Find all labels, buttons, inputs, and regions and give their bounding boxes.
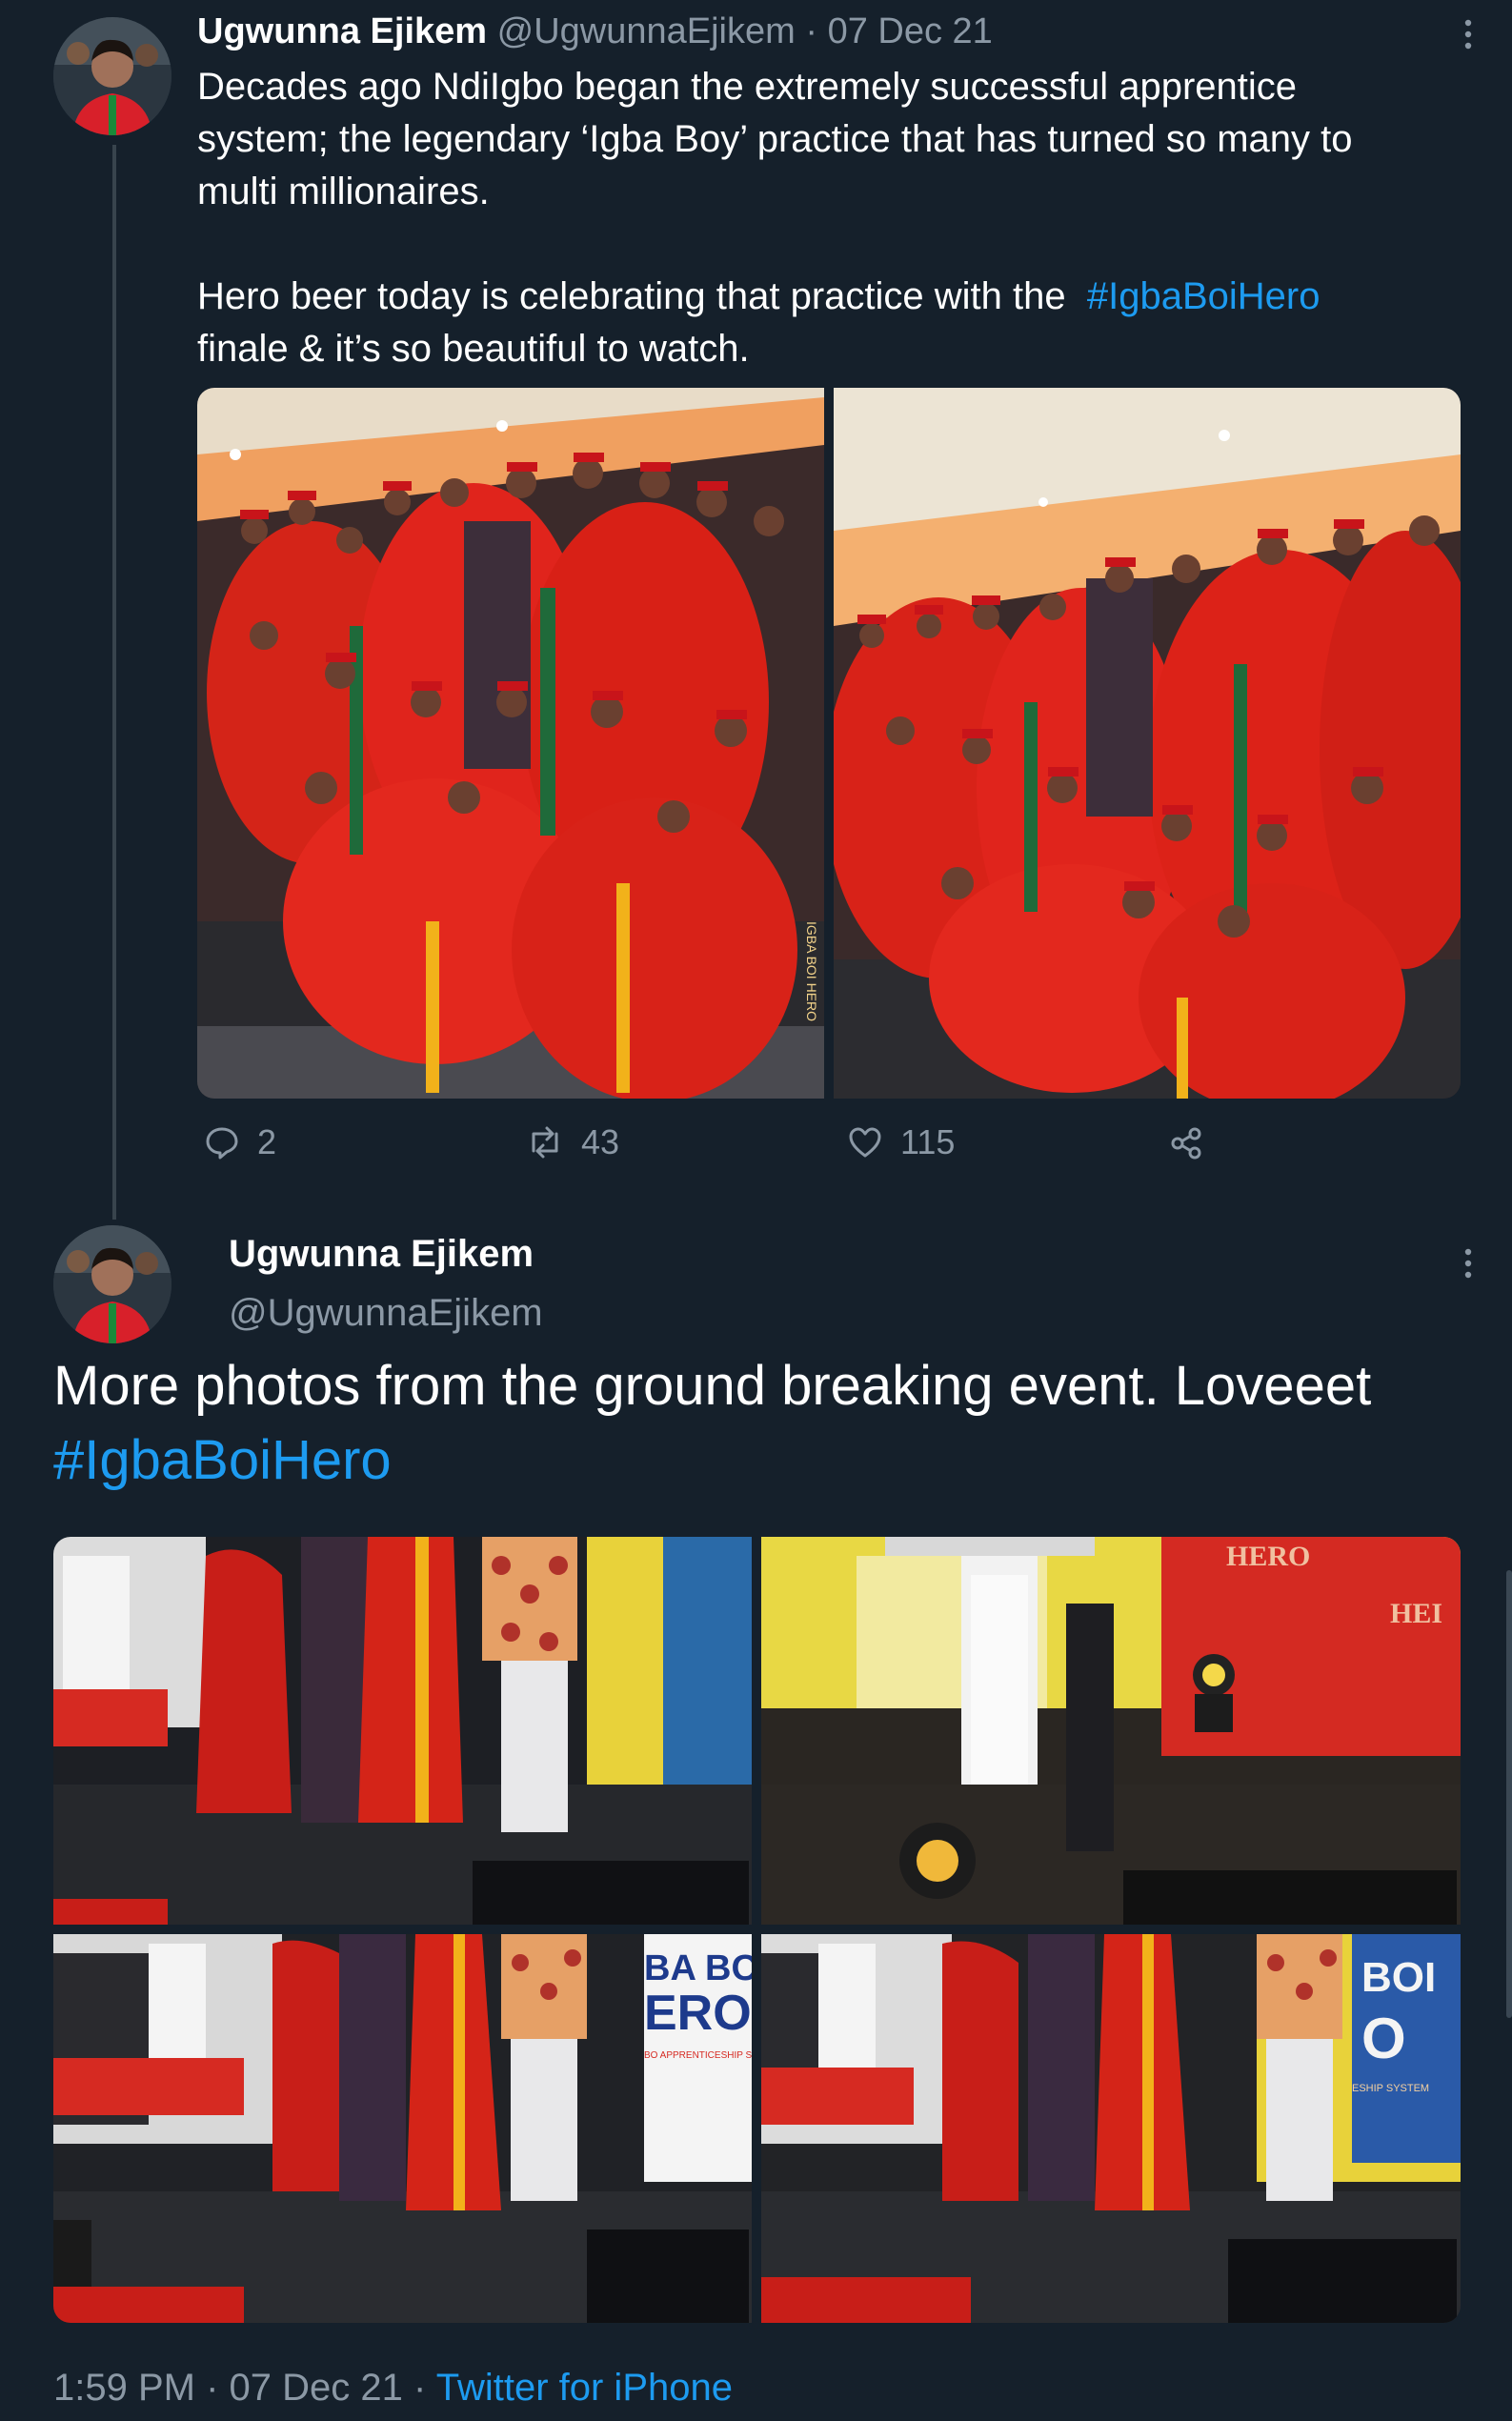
avatar[interactable]: [53, 17, 171, 135]
tweet-text-line: Hero beer today is celebrating that prac…: [197, 271, 1474, 323]
tweet-text-line: finale & it’s so beautiful to watch.: [197, 328, 750, 370]
reply-button[interactable]: 2: [204, 1122, 276, 1162]
more-icon[interactable]: [1462, 17, 1474, 58]
share-icon: [1169, 1126, 1203, 1160]
tweet-date[interactable]: 07 Dec 21: [230, 2367, 403, 2409]
source-link[interactable]: Twitter for iPhone: [436, 2367, 733, 2409]
photo-caption: BO APPRENTICESHIP SYSTEM: [644, 2050, 752, 2061]
photo-caption: BOI: [1361, 1954, 1436, 2001]
hashtag-link[interactable]: #IgbaBoiHero: [53, 1423, 1482, 1498]
separator: ·: [805, 11, 817, 51]
share-button[interactable]: [1169, 1126, 1203, 1160]
tweet-meta: 1:59 PM · 07 Dec 21 · Twitter for iPhone: [53, 2367, 733, 2410]
separator: ·: [413, 2367, 427, 2409]
tweet-photo[interactable]: BA BOI ERO BO APPRENTICESHIP SYSTEM: [53, 1934, 752, 2323]
reply-count: 2: [257, 1122, 277, 1161]
tweet-text-line: multi millionaires.: [197, 171, 490, 212]
retweet-count: 43: [581, 1122, 620, 1161]
reply-icon: [204, 1124, 240, 1160]
like-button[interactable]: 115: [847, 1122, 955, 1162]
retweet-icon: [526, 1124, 564, 1160]
more-icon[interactable]: [1462, 1246, 1474, 1287]
author-handle[interactable]: @UgwunnaEjikem: [497, 11, 796, 51]
like-count: 115: [900, 1122, 956, 1161]
thread-line: [112, 145, 116, 1220]
tweet2-text: More photos from the ground breaking eve…: [53, 1349, 1482, 1498]
avatar[interactable]: [53, 1225, 171, 1343]
photo-caption: BA BOI: [644, 1948, 752, 1988]
photo-caption: ESHIP SYSTEM: [1352, 2083, 1429, 2094]
tweet-time[interactable]: 1:59 PM: [53, 2367, 195, 2409]
tweet-date[interactable]: 07 Dec 21: [828, 11, 993, 51]
separator: ·: [206, 2367, 219, 2409]
author-handle[interactable]: @UgwunnaEjikem: [229, 1292, 543, 1335]
tweet-photo[interactable]: [834, 388, 1461, 1099]
photo-caption: HERO: [1226, 1541, 1310, 1572]
tweet-photo[interactable]: HERO HEI: [761, 1537, 1461, 1925]
scrollbar[interactable]: [1506, 1570, 1512, 2018]
retweet-button[interactable]: 43: [526, 1122, 619, 1162]
photo-caption: IGBA BOI HERO: [804, 921, 819, 1021]
author-name[interactable]: Ugwunna Ejikem: [197, 11, 487, 51]
tweet-photo[interactable]: IGBA BOI HERO: [197, 388, 824, 1099]
tweet-text-line: Decades ago NdiIgbo began the extremely …: [197, 66, 1298, 108]
tweet-text-line: system; the legendary ‘Igba Boy’ practic…: [197, 118, 1353, 160]
author-name[interactable]: Ugwunna Ejikem: [229, 1233, 534, 1276]
photo-caption: ERO: [644, 1986, 752, 2041]
tweet-photo[interactable]: [53, 1537, 752, 1925]
like-icon: [847, 1124, 883, 1160]
tweet-text-segment: Hero beer today is celebrating that prac…: [197, 275, 1066, 317]
tweet-text-line: More photos from the ground breaking eve…: [53, 1355, 1372, 1417]
tweet-photo[interactable]: BOI O ESHIP SYSTEM: [761, 1934, 1461, 2323]
photo-caption: O: [1361, 2007, 1406, 2070]
tweet1-header: Ugwunna Ejikem @UgwunnaEjikem · 07 Dec 2…: [197, 11, 993, 52]
photo-caption: HEI: [1390, 1598, 1442, 1629]
hashtag-link[interactable]: #IgbaBoiHero: [1087, 275, 1320, 317]
tweet1-text: Decades ago NdiIgbo began the extremely …: [197, 61, 1474, 375]
